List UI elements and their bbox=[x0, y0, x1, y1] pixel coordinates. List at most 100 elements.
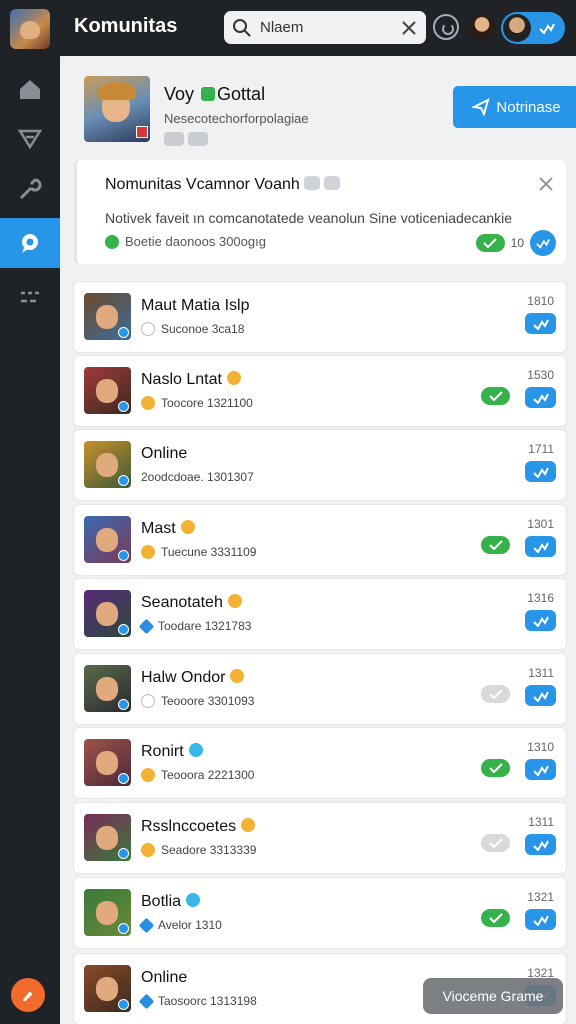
approve-button[interactable] bbox=[475, 234, 505, 252]
message-button[interactable] bbox=[525, 536, 556, 557]
tag[interactable] bbox=[188, 132, 208, 146]
activity-icon bbox=[532, 616, 549, 627]
notice-card: Nomunitas Vcamnor Voanh Notivek faveit ı… bbox=[74, 160, 566, 264]
sidebar-item-settings[interactable] bbox=[0, 272, 60, 322]
emoji-icon bbox=[227, 594, 242, 608]
badge-icon bbox=[118, 699, 129, 710]
member-count: 1301 bbox=[527, 517, 554, 531]
activity-icon bbox=[532, 691, 549, 702]
member-status: Teooora 2221300 bbox=[141, 768, 254, 782]
member-status: Avelor 1310 bbox=[138, 917, 222, 933]
profile-avatar[interactable] bbox=[84, 76, 150, 142]
sidebar-item-tools[interactable] bbox=[0, 164, 60, 214]
home-icon bbox=[20, 80, 40, 99]
close-icon[interactable] bbox=[536, 174, 556, 194]
avatar[interactable] bbox=[84, 441, 131, 488]
sync-icon[interactable] bbox=[433, 14, 459, 40]
emoji-icon bbox=[241, 818, 256, 832]
avatar[interactable] bbox=[84, 739, 131, 786]
member-row[interactable]: Rsslnccoetes Seadore 3313339 1311 bbox=[74, 803, 566, 873]
approve-toggle[interactable] bbox=[481, 387, 510, 405]
member-row[interactable]: Halw Ondor Teooore 3301093 1311 bbox=[74, 654, 566, 724]
close-icon[interactable] bbox=[400, 19, 418, 37]
reply-button[interactable] bbox=[530, 230, 556, 256]
search-icon bbox=[233, 18, 251, 37]
member-status: Teooore 3301093 bbox=[141, 694, 254, 708]
sidebar-item-explore[interactable] bbox=[0, 114, 60, 164]
tag[interactable] bbox=[164, 132, 184, 146]
badge-icon bbox=[118, 550, 129, 561]
member-name: Online bbox=[141, 445, 188, 462]
member-row[interactable]: Ronirt Teooora 2221300 1310 bbox=[74, 728, 566, 798]
avatar[interactable] bbox=[84, 814, 131, 861]
approve-toggle[interactable] bbox=[481, 685, 510, 703]
activity-icon bbox=[532, 765, 549, 776]
emoji-icon bbox=[226, 371, 241, 385]
search-box[interactable]: Nlaem bbox=[224, 11, 426, 44]
profile-name: Voy Gottal bbox=[164, 84, 266, 104]
activity-icon bbox=[532, 915, 549, 926]
member-row[interactable]: Maut Matia Islp Suconoe 3ca18 1810 bbox=[74, 282, 566, 352]
approve-toggle[interactable] bbox=[481, 834, 510, 852]
approve-toggle[interactable] bbox=[481, 759, 510, 777]
member-row[interactable]: Naslo Lntat Toocore 1321100 1530 bbox=[74, 356, 566, 426]
message-button[interactable] bbox=[525, 461, 556, 482]
top-bar: Komunitas Nlaem bbox=[0, 0, 576, 56]
check-icon bbox=[488, 913, 503, 923]
member-name: Online bbox=[141, 969, 188, 986]
member-row[interactable]: Botlia Avelor 1310 1321 bbox=[74, 878, 566, 948]
member-row[interactable]: Mast Tuecune 3331109 1301 bbox=[74, 505, 566, 575]
send-icon bbox=[472, 98, 490, 116]
primary-action-button[interactable]: Notrinase bbox=[453, 86, 576, 128]
avatar[interactable] bbox=[469, 14, 495, 40]
sidebar bbox=[0, 56, 60, 1024]
avatar[interactable] bbox=[84, 367, 131, 414]
member-status: Toocore 1321100 bbox=[141, 396, 253, 410]
chat-bubble-icon bbox=[22, 234, 38, 253]
tag bbox=[303, 176, 320, 190]
message-button[interactable] bbox=[525, 313, 556, 334]
avatar[interactable] bbox=[84, 665, 131, 712]
toast[interactable]: Vioceme Grame bbox=[423, 978, 563, 1014]
main-content: Voy Gottal Nesecotechorforpolagiae Notri… bbox=[60, 56, 576, 1024]
status-icon bbox=[138, 993, 155, 1009]
member-name: Seanotateh bbox=[141, 594, 242, 612]
member-name: Naslo Lntat bbox=[141, 371, 241, 389]
message-button[interactable] bbox=[525, 387, 556, 408]
pencil-icon bbox=[22, 991, 33, 1002]
compose-button[interactable] bbox=[11, 978, 45, 1012]
member-row[interactable]: Online 2oodcdoae. 1301307 1711 bbox=[74, 430, 566, 500]
profile-toggle[interactable] bbox=[501, 12, 565, 44]
avatar[interactable] bbox=[84, 590, 131, 637]
status-icon bbox=[105, 234, 119, 249]
avatar[interactable] bbox=[84, 889, 131, 936]
message-button[interactable] bbox=[525, 610, 556, 631]
app-logo[interactable] bbox=[10, 9, 50, 49]
message-button[interactable] bbox=[525, 759, 556, 780]
badge-icon bbox=[118, 848, 129, 859]
message-button[interactable] bbox=[525, 834, 556, 855]
message-button[interactable] bbox=[525, 685, 556, 706]
triangle-down-icon bbox=[17, 129, 43, 150]
badge-icon bbox=[118, 923, 129, 934]
member-count: 1310 bbox=[527, 740, 554, 754]
message-button[interactable] bbox=[525, 909, 556, 930]
notice-count: 10 bbox=[510, 236, 524, 250]
activity-icon bbox=[532, 542, 549, 553]
notice-title: Nomunitas Vcamnor Voanh bbox=[105, 176, 340, 194]
activity-icon bbox=[532, 319, 549, 330]
badge-icon bbox=[118, 401, 129, 412]
sidebar-item-community[interactable] bbox=[0, 218, 60, 268]
avatar[interactable] bbox=[84, 516, 131, 563]
sidebar-item-home[interactable] bbox=[0, 64, 60, 114]
member-name: Halw Ondor bbox=[141, 669, 245, 687]
profile-header: Voy Gottal Nesecotechorforpolagiae Notri… bbox=[74, 62, 576, 158]
emoji-icon bbox=[230, 669, 245, 683]
approve-toggle[interactable] bbox=[481, 909, 510, 927]
approve-toggle[interactable] bbox=[481, 536, 510, 554]
search-input[interactable]: Nlaem bbox=[260, 19, 400, 36]
avatar[interactable] bbox=[84, 965, 131, 1012]
member-status: Suconoe 3ca18 bbox=[141, 322, 244, 336]
avatar[interactable] bbox=[84, 293, 131, 340]
member-row[interactable]: Seanotateh Toodare 1321783 1316 bbox=[74, 579, 566, 649]
